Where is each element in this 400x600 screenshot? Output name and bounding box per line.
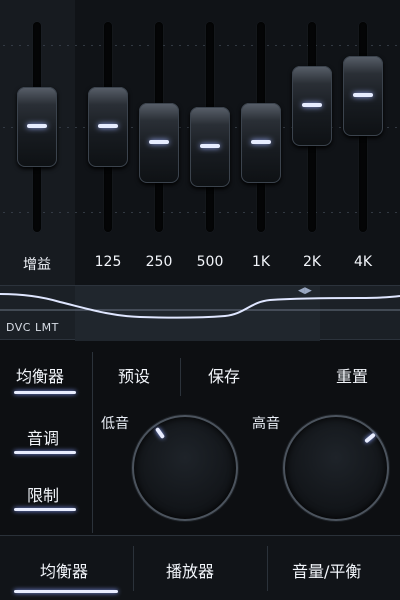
tab-divider bbox=[180, 358, 181, 396]
band-slider-2k[interactable] bbox=[288, 22, 336, 232]
slider-handle[interactable] bbox=[343, 56, 383, 136]
treble-knob[interactable] bbox=[283, 415, 389, 521]
band-slider-125[interactable] bbox=[84, 22, 132, 232]
tab-equalizer[interactable]: 均衡器 bbox=[16, 363, 64, 387]
limit-underline bbox=[14, 508, 76, 511]
band-label-4k: 4K bbox=[353, 254, 373, 270]
band-label-125: 125 bbox=[94, 254, 122, 270]
band-label-500: 500 bbox=[196, 254, 224, 270]
slider-handle[interactable] bbox=[139, 103, 179, 183]
slider-handle[interactable] bbox=[88, 87, 128, 167]
gain-slider[interactable] bbox=[13, 22, 61, 232]
dvc-lmt-label: DVC LMT bbox=[6, 321, 59, 334]
slider-handle[interactable] bbox=[190, 107, 230, 187]
nav-volume-balance[interactable]: 音量/平衡 bbox=[292, 558, 361, 582]
slider-handle[interactable] bbox=[292, 66, 332, 146]
handle-indicator bbox=[251, 140, 271, 144]
nav-equalizer[interactable]: 均衡器 bbox=[40, 558, 88, 582]
handle-indicator bbox=[302, 103, 322, 107]
active-nav-underline bbox=[14, 590, 118, 593]
slider-handle[interactable] bbox=[17, 87, 57, 167]
handle-indicator bbox=[98, 124, 118, 128]
curve-scroll-arrows-icon[interactable]: ◀▶ bbox=[298, 286, 312, 296]
slider-handle[interactable] bbox=[241, 103, 281, 183]
band-slider-1k[interactable] bbox=[237, 22, 285, 232]
response-curve bbox=[0, 286, 400, 341]
tab-reset[interactable]: 重置 bbox=[336, 363, 368, 387]
bottom-nav: 均衡器 播放器 音量/平衡 bbox=[0, 535, 400, 600]
band-label-1k: 1K bbox=[251, 254, 271, 270]
bass-label: 低音 bbox=[101, 416, 129, 432]
band-slider-500[interactable] bbox=[186, 22, 234, 232]
nav-divider bbox=[267, 546, 268, 591]
tone-underline bbox=[14, 451, 76, 454]
knob-indicator bbox=[364, 432, 376, 444]
handle-indicator bbox=[200, 144, 220, 148]
active-tab-underline bbox=[14, 391, 76, 394]
eq-tabs: 均衡器 预设 保存 重置 bbox=[0, 350, 400, 406]
response-curve-panel[interactable] bbox=[0, 285, 400, 341]
bass-knob[interactable] bbox=[132, 415, 238, 521]
handle-indicator bbox=[149, 140, 169, 144]
tab-save[interactable]: 保存 bbox=[208, 363, 240, 387]
band-label-2k: 2K bbox=[302, 254, 322, 270]
treble-label: 高音 bbox=[252, 416, 280, 432]
gain-label: 增益 bbox=[23, 257, 51, 273]
tab-presets[interactable]: 预设 bbox=[118, 363, 150, 387]
band-slider-4k[interactable] bbox=[339, 22, 387, 232]
band-slider-250[interactable] bbox=[135, 22, 183, 232]
knob-indicator bbox=[154, 426, 166, 440]
nav-player[interactable]: 播放器 bbox=[166, 558, 214, 582]
menu-item-limit[interactable]: 限制 bbox=[27, 482, 59, 506]
menu-item-tone[interactable]: 音调 bbox=[27, 425, 59, 449]
band-label-250: 250 bbox=[145, 254, 173, 270]
handle-indicator bbox=[27, 124, 47, 128]
nav-divider bbox=[133, 546, 134, 591]
handle-indicator bbox=[353, 93, 373, 97]
menu-divider bbox=[92, 352, 93, 533]
equalizer-panel: 增益 125 250 500 1K 2K 4K bbox=[0, 0, 400, 285]
